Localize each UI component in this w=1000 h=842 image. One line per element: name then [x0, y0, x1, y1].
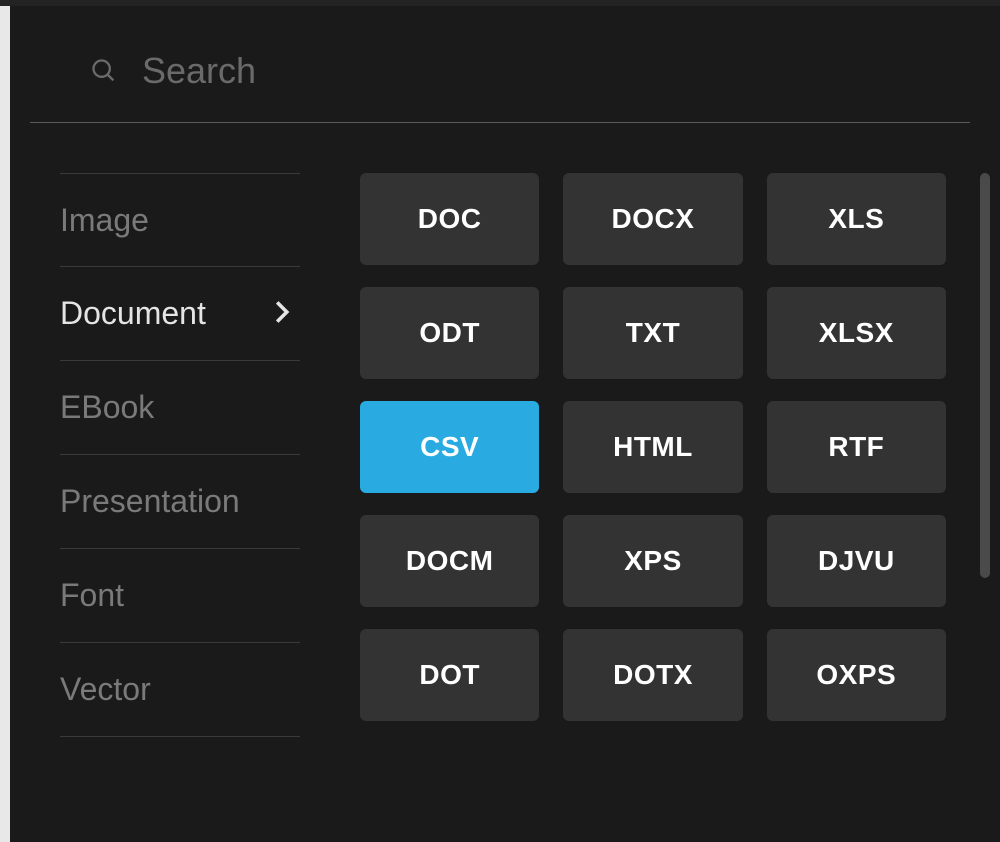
sidebar-item-label: EBook: [60, 389, 154, 426]
sidebar-item-font[interactable]: Font: [60, 549, 300, 643]
main-area: Image Document EBook Presentation Font V…: [0, 123, 1000, 842]
format-button-odt[interactable]: ODT: [360, 287, 539, 379]
format-button-dotx[interactable]: DOTX: [563, 629, 742, 721]
window-left-edge: [0, 0, 10, 842]
sidebar-item-label: Presentation: [60, 483, 240, 520]
sidebar-item-label: Image: [60, 202, 149, 239]
sidebar-item-image[interactable]: Image: [60, 173, 300, 267]
format-button-xlsx[interactable]: XLSX: [767, 287, 946, 379]
chevron-right-icon: [274, 295, 290, 332]
format-button-docx[interactable]: DOCX: [563, 173, 742, 265]
format-picker-dialog: Image Document EBook Presentation Font V…: [0, 0, 1000, 842]
format-button-txt[interactable]: TXT: [563, 287, 742, 379]
format-grid: DOC DOCX XLS ODT TXT XLSX CSV HTML RTF D…: [360, 173, 970, 721]
search-input[interactable]: [142, 50, 910, 92]
sidebar-item-ebook[interactable]: EBook: [60, 361, 300, 455]
sidebar-item-label: Vector: [60, 671, 151, 708]
format-button-xls[interactable]: XLS: [767, 173, 946, 265]
search-icon: [90, 57, 118, 85]
format-button-doc[interactable]: DOC: [360, 173, 539, 265]
scrollbar-thumb[interactable]: [980, 173, 990, 578]
sidebar-item-document[interactable]: Document: [60, 267, 300, 361]
formats-panel: DOC DOCX XLS ODT TXT XLSX CSV HTML RTF D…: [320, 173, 1000, 842]
format-button-xps[interactable]: XPS: [563, 515, 742, 607]
search-row: [30, 0, 970, 123]
format-button-html[interactable]: HTML: [563, 401, 742, 493]
sidebar-item-label: Document: [60, 295, 206, 332]
format-button-dot[interactable]: DOT: [360, 629, 539, 721]
sidebar-item-label: Font: [60, 577, 124, 614]
window-top-edge: [0, 0, 1000, 6]
format-button-csv[interactable]: CSV: [360, 401, 539, 493]
sidebar-item-presentation[interactable]: Presentation: [60, 455, 300, 549]
format-button-oxps[interactable]: OXPS: [767, 629, 946, 721]
category-sidebar: Image Document EBook Presentation Font V…: [0, 173, 320, 842]
format-button-djvu[interactable]: DJVU: [767, 515, 946, 607]
format-button-docm[interactable]: DOCM: [360, 515, 539, 607]
formats-scrollbar[interactable]: [980, 173, 990, 578]
sidebar-item-vector[interactable]: Vector: [60, 643, 300, 737]
format-button-rtf[interactable]: RTF: [767, 401, 946, 493]
